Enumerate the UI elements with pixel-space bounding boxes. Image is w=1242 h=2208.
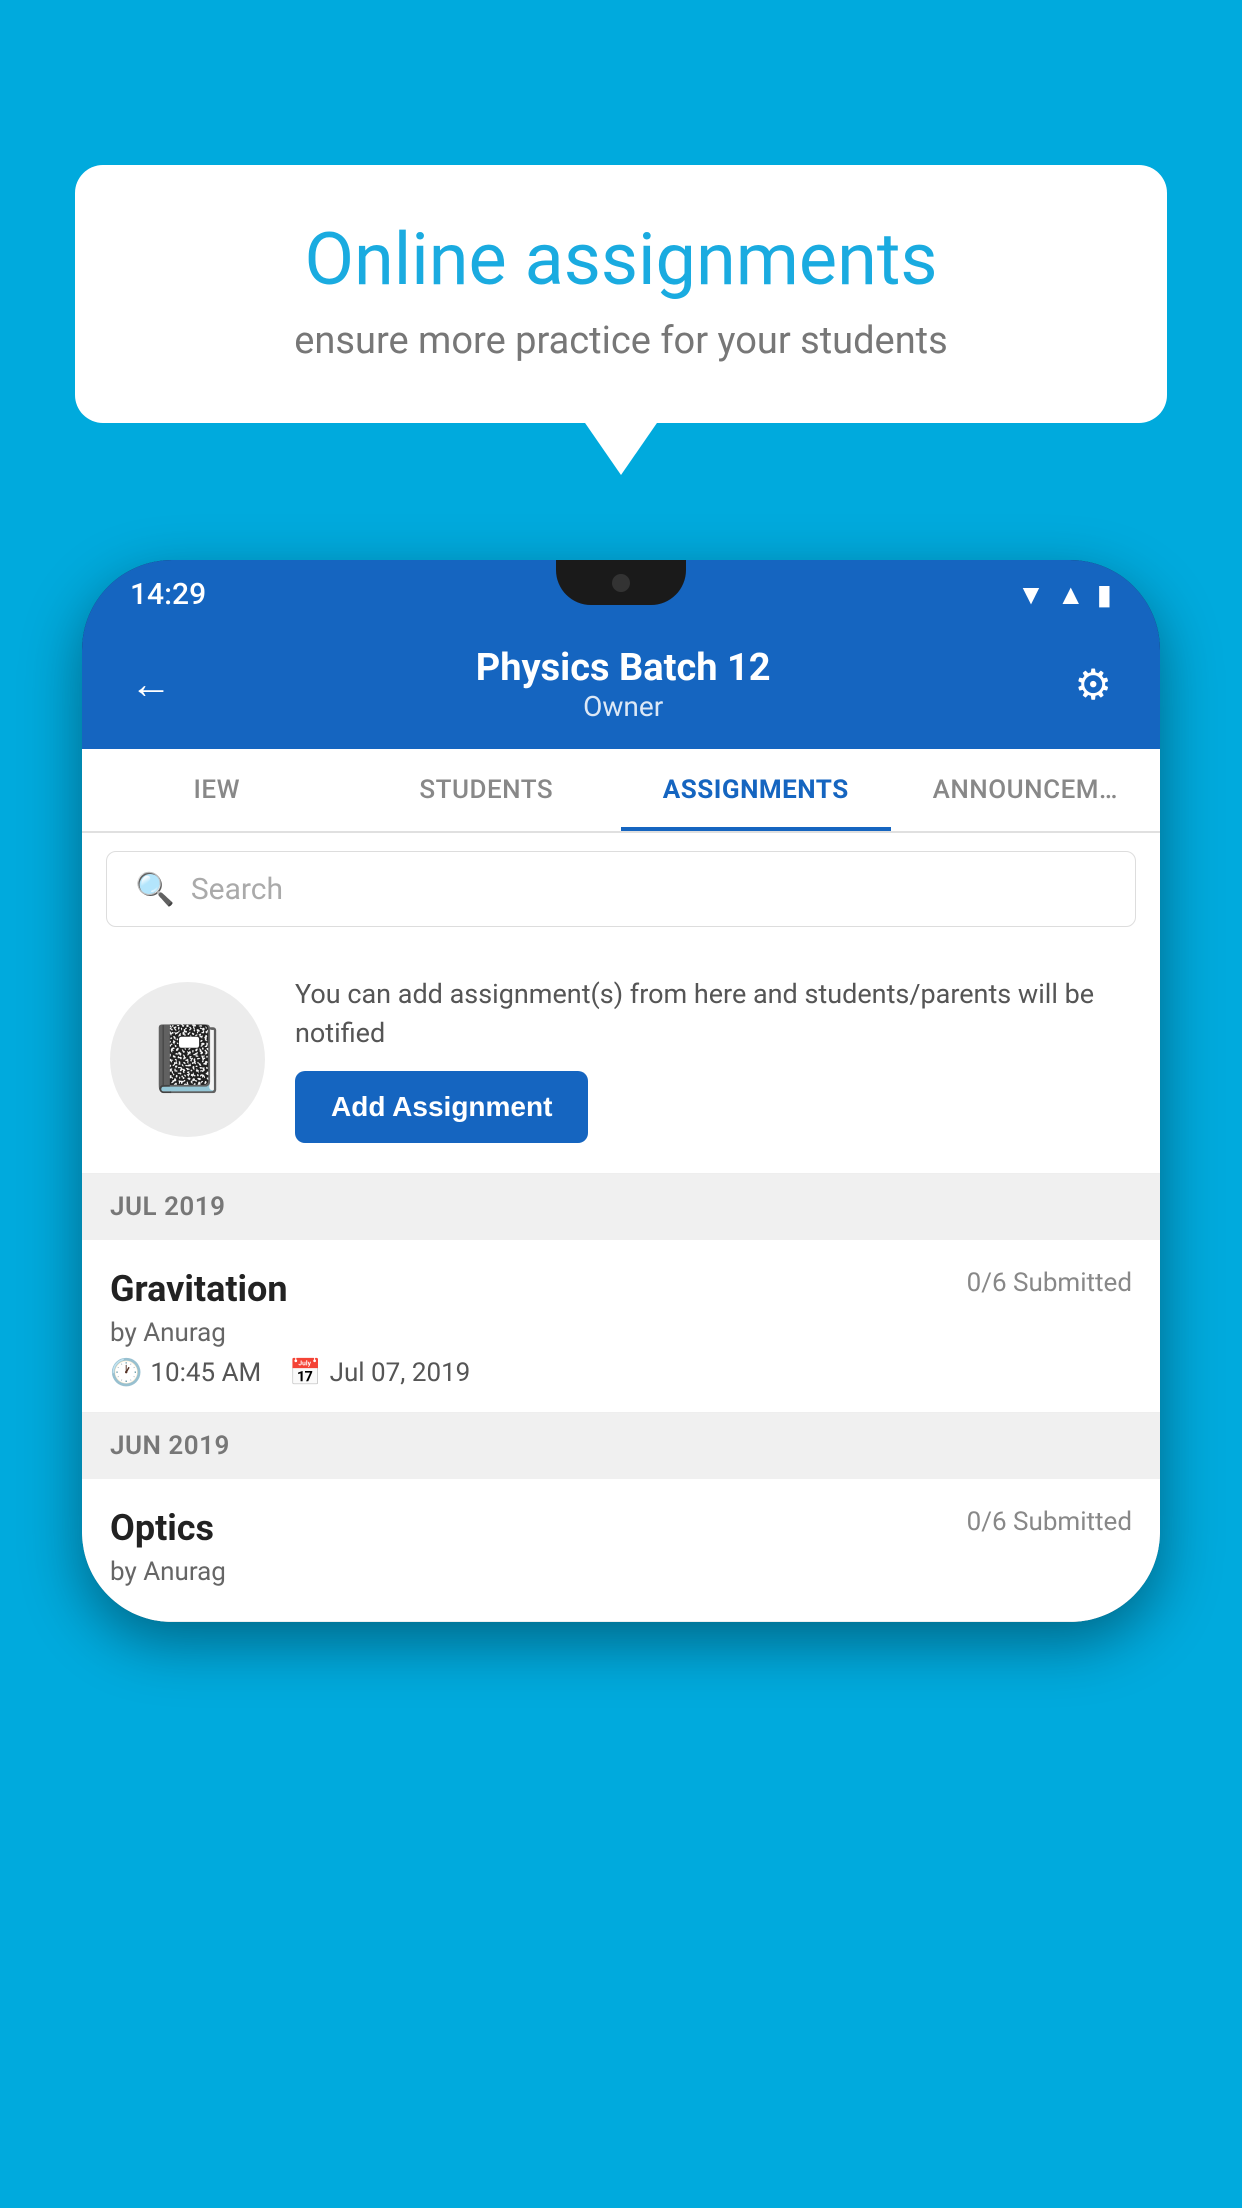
wifi-icon: ▼ [1017,578,1045,611]
assignment-by: by Anurag [110,1318,1132,1348]
clock-icon: 🕐 [110,1358,142,1388]
status-icons: ▼ ▲ ▮ [1017,578,1112,611]
assignment-date: 📅 Jul 07, 2019 [289,1358,470,1388]
assignment-item-gravitation[interactable]: Gravitation 0/6 Submitted by Anurag 🕐 10… [82,1240,1160,1413]
notebook-icon: 📓 [147,1021,228,1097]
speech-bubble-container: Online assignments ensure more practice … [75,165,1167,423]
tab-assignments[interactable]: ASSIGNMENTS [621,749,891,831]
search-container: 🔍 Search [82,833,1160,945]
app-header: ← Physics Batch 12 Owner ⚙ [82,628,1160,749]
optics-by: by Anurag [110,1557,1132,1587]
speech-bubble-title: Online assignments [140,220,1102,299]
settings-button[interactable]: ⚙ [1074,660,1112,710]
app-subtitle: Owner [476,690,771,723]
speech-bubble: Online assignments ensure more practice … [75,165,1167,423]
search-box[interactable]: 🔍 Search [106,851,1136,927]
search-placeholder: Search [191,872,283,907]
assignment-time: 🕐 10:45 AM [110,1358,261,1388]
assignment-name: Gravitation [110,1268,288,1310]
calendar-icon: 📅 [289,1358,321,1388]
promo-icon-circle: 📓 [110,982,265,1137]
battery-icon: ▮ [1097,578,1112,611]
promo-text: You can add assignment(s) from here and … [295,975,1132,1143]
tab-iew[interactable]: IEW [82,749,352,831]
app-title: Physics Batch 12 [476,646,771,690]
add-assignment-promo: 📓 You can add assignment(s) from here an… [82,945,1160,1174]
section-header-jun: JUN 2019 [82,1413,1160,1479]
tab-announcements[interactable]: ANNOUNCEM… [891,749,1161,831]
tab-students[interactable]: STUDENTS [352,749,622,831]
header-center: Physics Batch 12 Owner [476,646,771,723]
assignment-item-optics[interactable]: Optics 0/6 Submitted by Anurag [82,1479,1160,1622]
assignment-row3: 🕐 10:45 AM 📅 Jul 07, 2019 [110,1358,1132,1388]
optics-name: Optics [110,1507,214,1549]
camera-dot [612,574,630,592]
section-header-jul: JUL 2019 [82,1174,1160,1240]
optics-row1: Optics 0/6 Submitted [110,1507,1132,1549]
search-icon: 🔍 [135,870,175,908]
back-button[interactable]: ← [130,660,172,709]
status-time: 14:29 [130,577,206,612]
signal-icon: ▲ [1057,578,1085,611]
speech-bubble-subtitle: ensure more practice for your students [140,319,1102,363]
assignment-row1: Gravitation 0/6 Submitted [110,1268,1132,1310]
phone-content: 🔍 Search 📓 You can add assignment(s) fro… [82,833,1160,1622]
add-assignment-button[interactable]: Add Assignment [295,1071,588,1143]
status-notch-area: 14:29 ▼ ▲ ▮ [82,560,1160,628]
phone: 14:29 ▼ ▲ ▮ ← Physics Batch 12 Owner ⚙ I… [82,560,1160,1622]
notch [556,560,686,605]
tabs-bar: IEW STUDENTS ASSIGNMENTS ANNOUNCEM… [82,749,1160,833]
assignment-submitted: 0/6 Submitted [967,1268,1132,1298]
optics-submitted: 0/6 Submitted [967,1507,1132,1537]
phone-wrapper: 14:29 ▼ ▲ ▮ ← Physics Batch 12 Owner ⚙ I… [82,560,1160,2208]
promo-description: You can add assignment(s) from here and … [295,975,1132,1053]
